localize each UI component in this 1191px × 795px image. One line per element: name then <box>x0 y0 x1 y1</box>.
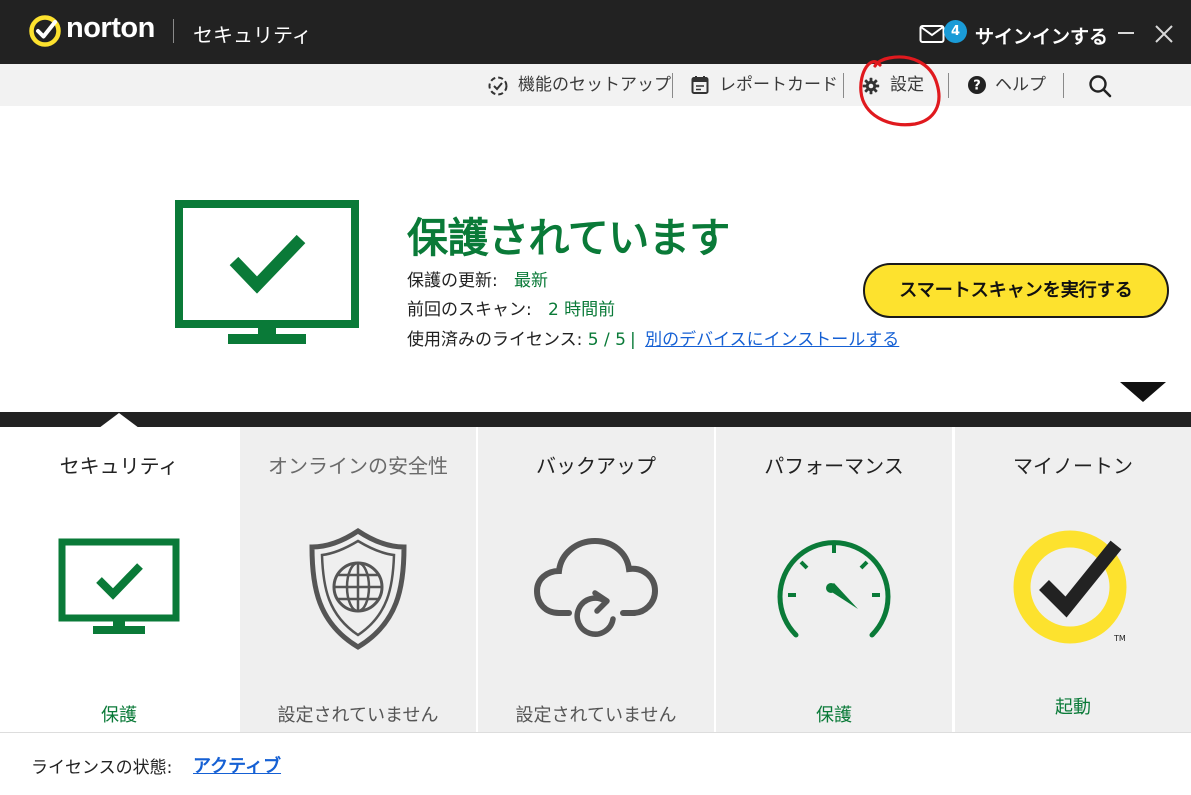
feature-setup-icon <box>488 76 508 96</box>
feature-setup-label: 機能のセットアップ <box>518 75 671 95</box>
update-label: 保護の更新: <box>407 271 498 291</box>
tab-performance-label: パフォーマンス <box>764 454 904 478</box>
toolbar-divider <box>1063 73 1064 98</box>
tab-online-safety-status: 設定されていません <box>277 705 439 726</box>
mail-icon[interactable] <box>919 24 945 44</box>
protection-status-title: 保護されています <box>407 214 730 262</box>
licenses-label: 使用済みのライセンス: <box>407 330 583 350</box>
search-icon[interactable] <box>1088 74 1112 98</box>
tab-security-status: 保護 <box>101 705 137 726</box>
tabs-divider-bar <box>0 412 1191 427</box>
license-footer: ライセンスの状態: アクティブ <box>0 732 1191 795</box>
help-label: ヘルプ <box>995 75 1046 95</box>
collapse-arrow-icon[interactable] <box>1120 382 1166 402</box>
minimize-button[interactable] <box>1118 32 1134 34</box>
settings-label: 設定 <box>890 75 924 95</box>
toolbar-divider <box>843 73 844 98</box>
top-toolbar: 機能のセットアップ レポートカード 設定 ? ヘルプ <box>0 64 1191 106</box>
title-bar: norton セキュリティ 4 サインインする <box>0 0 1191 64</box>
svg-text:TM: TM <box>1113 634 1126 643</box>
norton-logo-icon <box>29 15 61 47</box>
tab-performance-status: 保護 <box>816 705 852 726</box>
license-status-link[interactable]: アクティブ <box>193 752 281 778</box>
licenses-value: 5 / 5 <box>587 330 626 350</box>
tab-online-safety-label: オンラインの安全性 <box>268 454 448 478</box>
shield-globe-icon <box>309 527 407 650</box>
svg-text:?: ? <box>973 79 981 94</box>
signin-button[interactable]: サインインする <box>975 22 1108 49</box>
update-value: 最新 <box>513 271 548 291</box>
active-tab-pointer <box>99 413 139 428</box>
gear-icon <box>862 77 880 95</box>
tab-performance[interactable]: パフォーマンス 保護 <box>716 427 952 732</box>
help-button[interactable]: ? ヘルプ <box>967 74 1047 98</box>
help-icon: ? <box>968 76 986 94</box>
settings-button[interactable]: 設定 <box>862 74 932 98</box>
norton-badge-icon: TM <box>1013 530 1127 644</box>
last-scan-value: 2 時間前 <box>547 300 616 320</box>
last-scan-row: 前回のスキャン: 2 時間前 <box>407 295 615 320</box>
app-title: セキュリティ <box>193 23 312 47</box>
tab-backup-label: バックアップ <box>536 454 656 478</box>
install-other-device-link[interactable]: 別のデバイスにインストールする <box>645 330 899 350</box>
update-status-row: 保護の更新: 最新 <box>407 266 548 291</box>
licenses-row: 使用済みのライセンス: 5 / 5 | 別のデバイスにインストールする <box>407 325 899 350</box>
tab-online-safety[interactable]: オンラインの安全性 設定されていません <box>240 427 476 732</box>
toolbar-divider <box>672 73 673 98</box>
feature-setup-button[interactable]: 機能のセットアップ <box>487 74 671 98</box>
report-card-label: レポートカード <box>719 75 838 95</box>
tab-backup-status: 設定されていません <box>515 705 677 726</box>
speedometer-icon <box>777 540 891 638</box>
calendar-icon <box>691 76 709 94</box>
toolbar-divider <box>948 73 949 98</box>
brand-divider <box>173 19 174 43</box>
last-scan-label: 前回のスキャン: <box>407 300 532 320</box>
tab-security[interactable]: セキュリティ 保護 <box>0 427 238 732</box>
smart-scan-button[interactable]: スマートスキャンを実行する <box>863 263 1169 318</box>
tab-my-norton-status: 起動 <box>1055 697 1091 718</box>
licenses-divider: | <box>629 330 636 350</box>
report-card-button[interactable]: レポートカード <box>691 74 838 98</box>
cloud-sync-icon <box>533 537 659 637</box>
brand-name: norton <box>66 12 155 44</box>
license-status-label: ライセンスの状態: <box>31 758 173 778</box>
close-icon[interactable] <box>1152 22 1176 46</box>
tab-backup[interactable]: バックアップ 設定されていません <box>478 427 714 732</box>
protected-monitor-icon <box>175 200 359 344</box>
mail-count-badge[interactable]: 4 <box>944 20 967 43</box>
monitor-check-icon <box>58 538 180 634</box>
tab-my-norton-label: マイノートン <box>1013 454 1133 478</box>
tab-my-norton[interactable]: マイノートン TM 起動 <box>955 427 1191 732</box>
tab-security-label: セキュリティ <box>59 454 179 478</box>
